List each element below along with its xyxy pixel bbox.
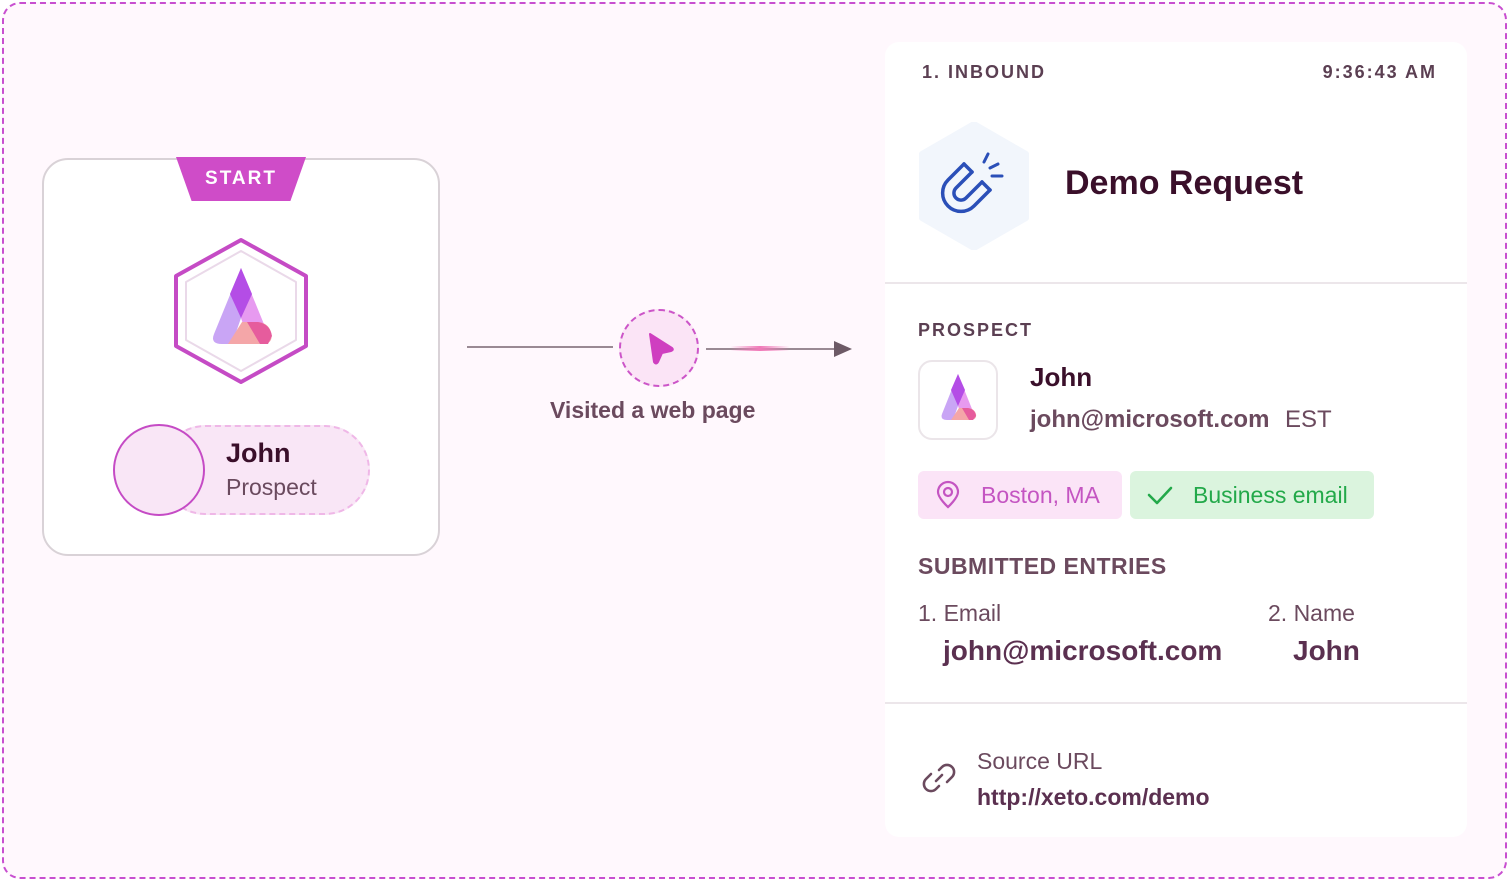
company-logo [941,374,977,420]
avatar [113,424,205,516]
prospect-timezone: EST [1285,406,1332,433]
prospect-avatar [918,360,998,440]
entry-label-email: 1. Email [918,600,1002,626]
location-tag: Boston, MA [918,471,1122,519]
magnet-icon [919,122,1029,250]
arrow-head-icon [834,341,852,357]
prospect-section-label: PROSPECT [918,320,1034,340]
entry-label-name: 2. Name [1268,600,1355,626]
link-icon [922,763,956,793]
event-title: Demo Request [1065,164,1304,202]
location-tag-label: Boston, MA [981,481,1100,508]
entry-value-email: john@microsoft.com [943,635,1223,666]
source-url-link[interactable]: http://xeto.com/demo [977,784,1210,811]
business-email-tag-label: Business email [1193,481,1348,508]
divider [885,282,1467,284]
trigger-node[interactable] [619,309,699,387]
divider [885,702,1467,704]
prospect-name: John [226,438,291,468]
connector-glow [730,346,790,351]
cursor-icon [649,333,674,365]
event-time: 9:36:43 AM [1322,62,1437,82]
connector-line-left [467,346,613,348]
source-url-label: Source URL [977,748,1103,774]
company-logo-hexagon [174,238,308,384]
event-card[interactable]: 1. INBOUND 9:36:43 AM Demo Request PROSP… [885,42,1467,837]
step-label: 1. INBOUND [922,62,1047,82]
prospect-card-email: john@microsoft.com [1030,406,1270,433]
prospect-card-name: John [1030,362,1093,392]
location-pin-icon [933,480,963,510]
submitted-entries-title: SUBMITTED ENTRIES [918,553,1167,579]
prospect-role: Prospect [226,474,317,500]
trigger-label: Visited a web page [550,397,756,423]
check-icon [1145,480,1175,510]
business-email-tag: Business email [1130,471,1374,519]
entry-value-name: John [1293,635,1360,666]
start-badge: START [176,157,306,201]
